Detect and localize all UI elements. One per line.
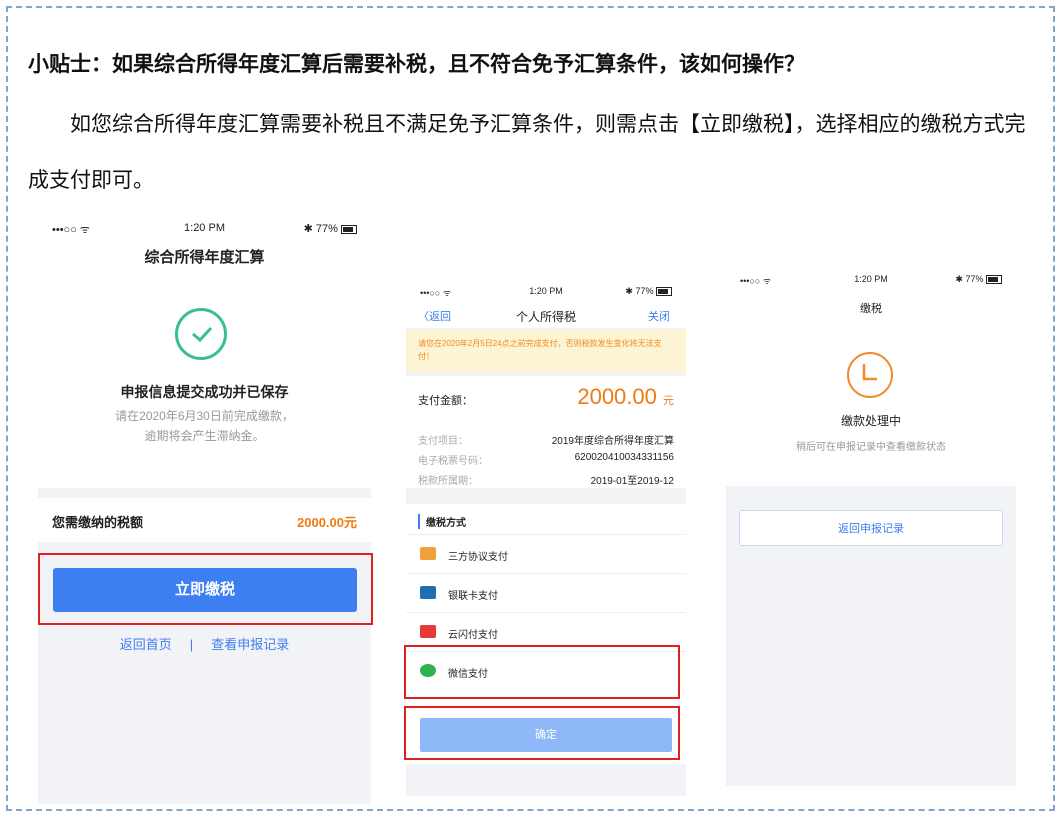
page-title: 个人所得税 (515, 310, 576, 324)
result-panel: •••○○ ᯤ 1:20 PM ✱ 77% 综合所得年度汇算 申报信息提交成功并… (38, 216, 371, 488)
method-three-party[interactable]: 三方协议支付 (406, 534, 686, 573)
quickpass-icon (420, 625, 436, 638)
tip-title: 小贴士：如果综合所得年度汇算后需要补税，且不符合免予汇算条件，该如何操作？ (28, 52, 805, 76)
view-records-link[interactable]: 查看申报记录 (211, 637, 289, 652)
unionpay-icon (420, 586, 436, 599)
tax-amount-value: 2000.00元 (297, 515, 357, 530)
success-check-icon (175, 308, 227, 360)
page-title: 缴税 (860, 303, 882, 315)
method-unionpay[interactable]: 银联卡支付 (406, 573, 686, 612)
tax-amount-label: 您需缴纳的税额 (52, 515, 144, 530)
pay-amount-value: 2000.00 元 (577, 384, 674, 409)
processing-hint: 稍后可在申报记录中查看缴款状态 (796, 442, 946, 453)
return-home-link[interactable]: 返回首页 (120, 637, 172, 652)
clock-icon (847, 352, 893, 398)
nav-bar: •••○○ ᯤ 1:20 PM ✱ 77% 〈返回 个人所得税 关闭 (406, 278, 686, 328)
payment-info: 支付金额： 2000.00 元 支付项目： 2019年度综合所得年度汇算 电子税票… (406, 376, 686, 488)
pay-amount-label: 支付金额： (418, 395, 473, 407)
battery-indicator: ✱ 77% (955, 274, 1002, 285)
payment-deadline-warning: 请您在2020年2月5日24点之前完成支付，否则税款发生变化将无法支付！ (406, 330, 686, 372)
footer-links: 返回首页 | 查看申报记录 (38, 634, 371, 653)
success-message: 申报信息提交成功并已保存 (120, 384, 289, 400)
close-button[interactable]: 关闭 (648, 308, 670, 324)
payment-methods-title: 缴税方式 (418, 514, 466, 529)
battery-icon (656, 287, 672, 297)
highlight-confirm (404, 706, 680, 760)
battery-icon (986, 275, 1002, 285)
phone-screen-annual-settlement: •••○○ ᯤ 1:20 PM ✱ 77% 综合所得年度汇算 申报信息提交成功并… (38, 216, 371, 804)
page-title: 综合所得年度汇算 (144, 249, 265, 266)
highlight-wechat-pay (404, 645, 680, 699)
phone-screen-processing: •••○○ ᯤ 1:20 PM ✱ 77% 缴税 缴款处理中 稍后可在申报记录中… (726, 268, 1016, 786)
battery-icon (341, 224, 357, 234)
pencil-icon (420, 547, 436, 560)
battery-indicator: ✱ 77% (304, 222, 357, 235)
processing-message: 缴款处理中 (840, 414, 901, 428)
deadline-note: 请在2020年6月30日前完成缴款， 逾期将会产生滞纳金。 (115, 409, 294, 443)
link-separator: | (189, 637, 194, 652)
return-records-button[interactable]: 返回申报记录 (739, 510, 1003, 546)
tip-body: 如您综合所得年度汇算需要补税且不满足免予汇算条件，则需点击【立即缴税】，选择相应… (28, 112, 1026, 192)
tax-amount-row: 您需缴纳的税额 2000.00元 (38, 498, 371, 542)
highlight-pay-now (38, 553, 373, 625)
battery-indicator: ✱ 77% (625, 286, 672, 297)
processing-panel: •••○○ ᯤ 1:20 PM ✱ 77% 缴税 缴款处理中 稍后可在申报记录中… (726, 268, 1016, 486)
